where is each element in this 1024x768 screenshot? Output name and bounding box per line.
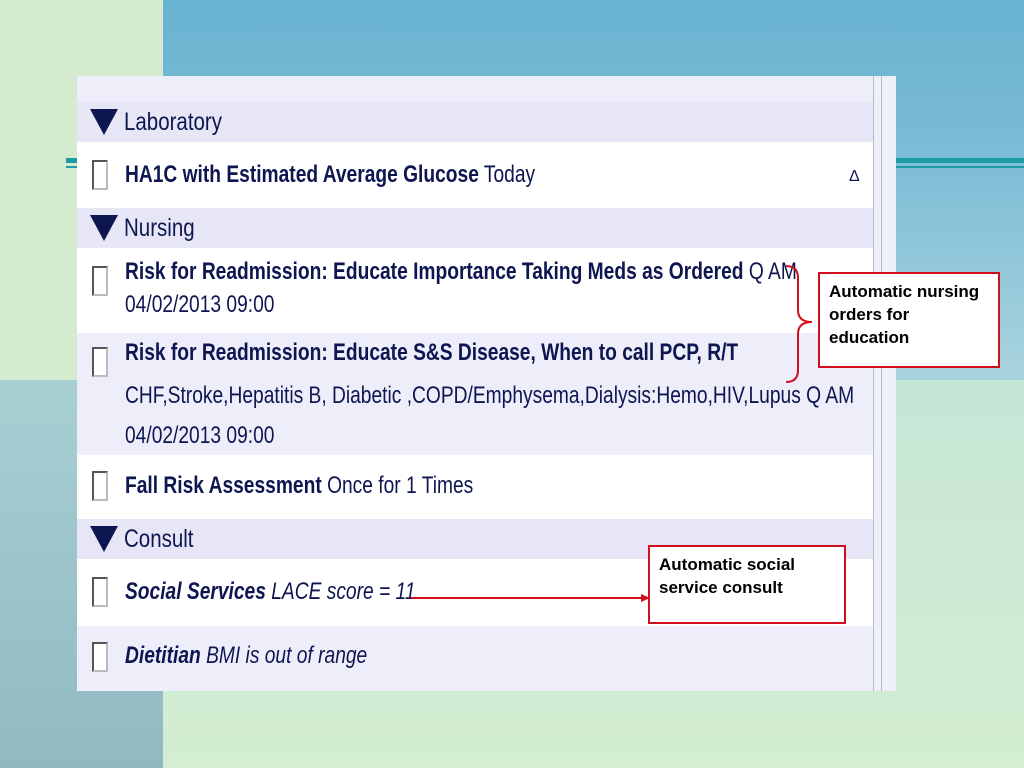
callout-social: Automatic social service consult	[648, 545, 846, 624]
annotation-layer	[411, 265, 813, 602]
callout-nursing: Automatic nursing orders for education	[818, 272, 1000, 368]
brace-icon	[785, 265, 813, 383]
